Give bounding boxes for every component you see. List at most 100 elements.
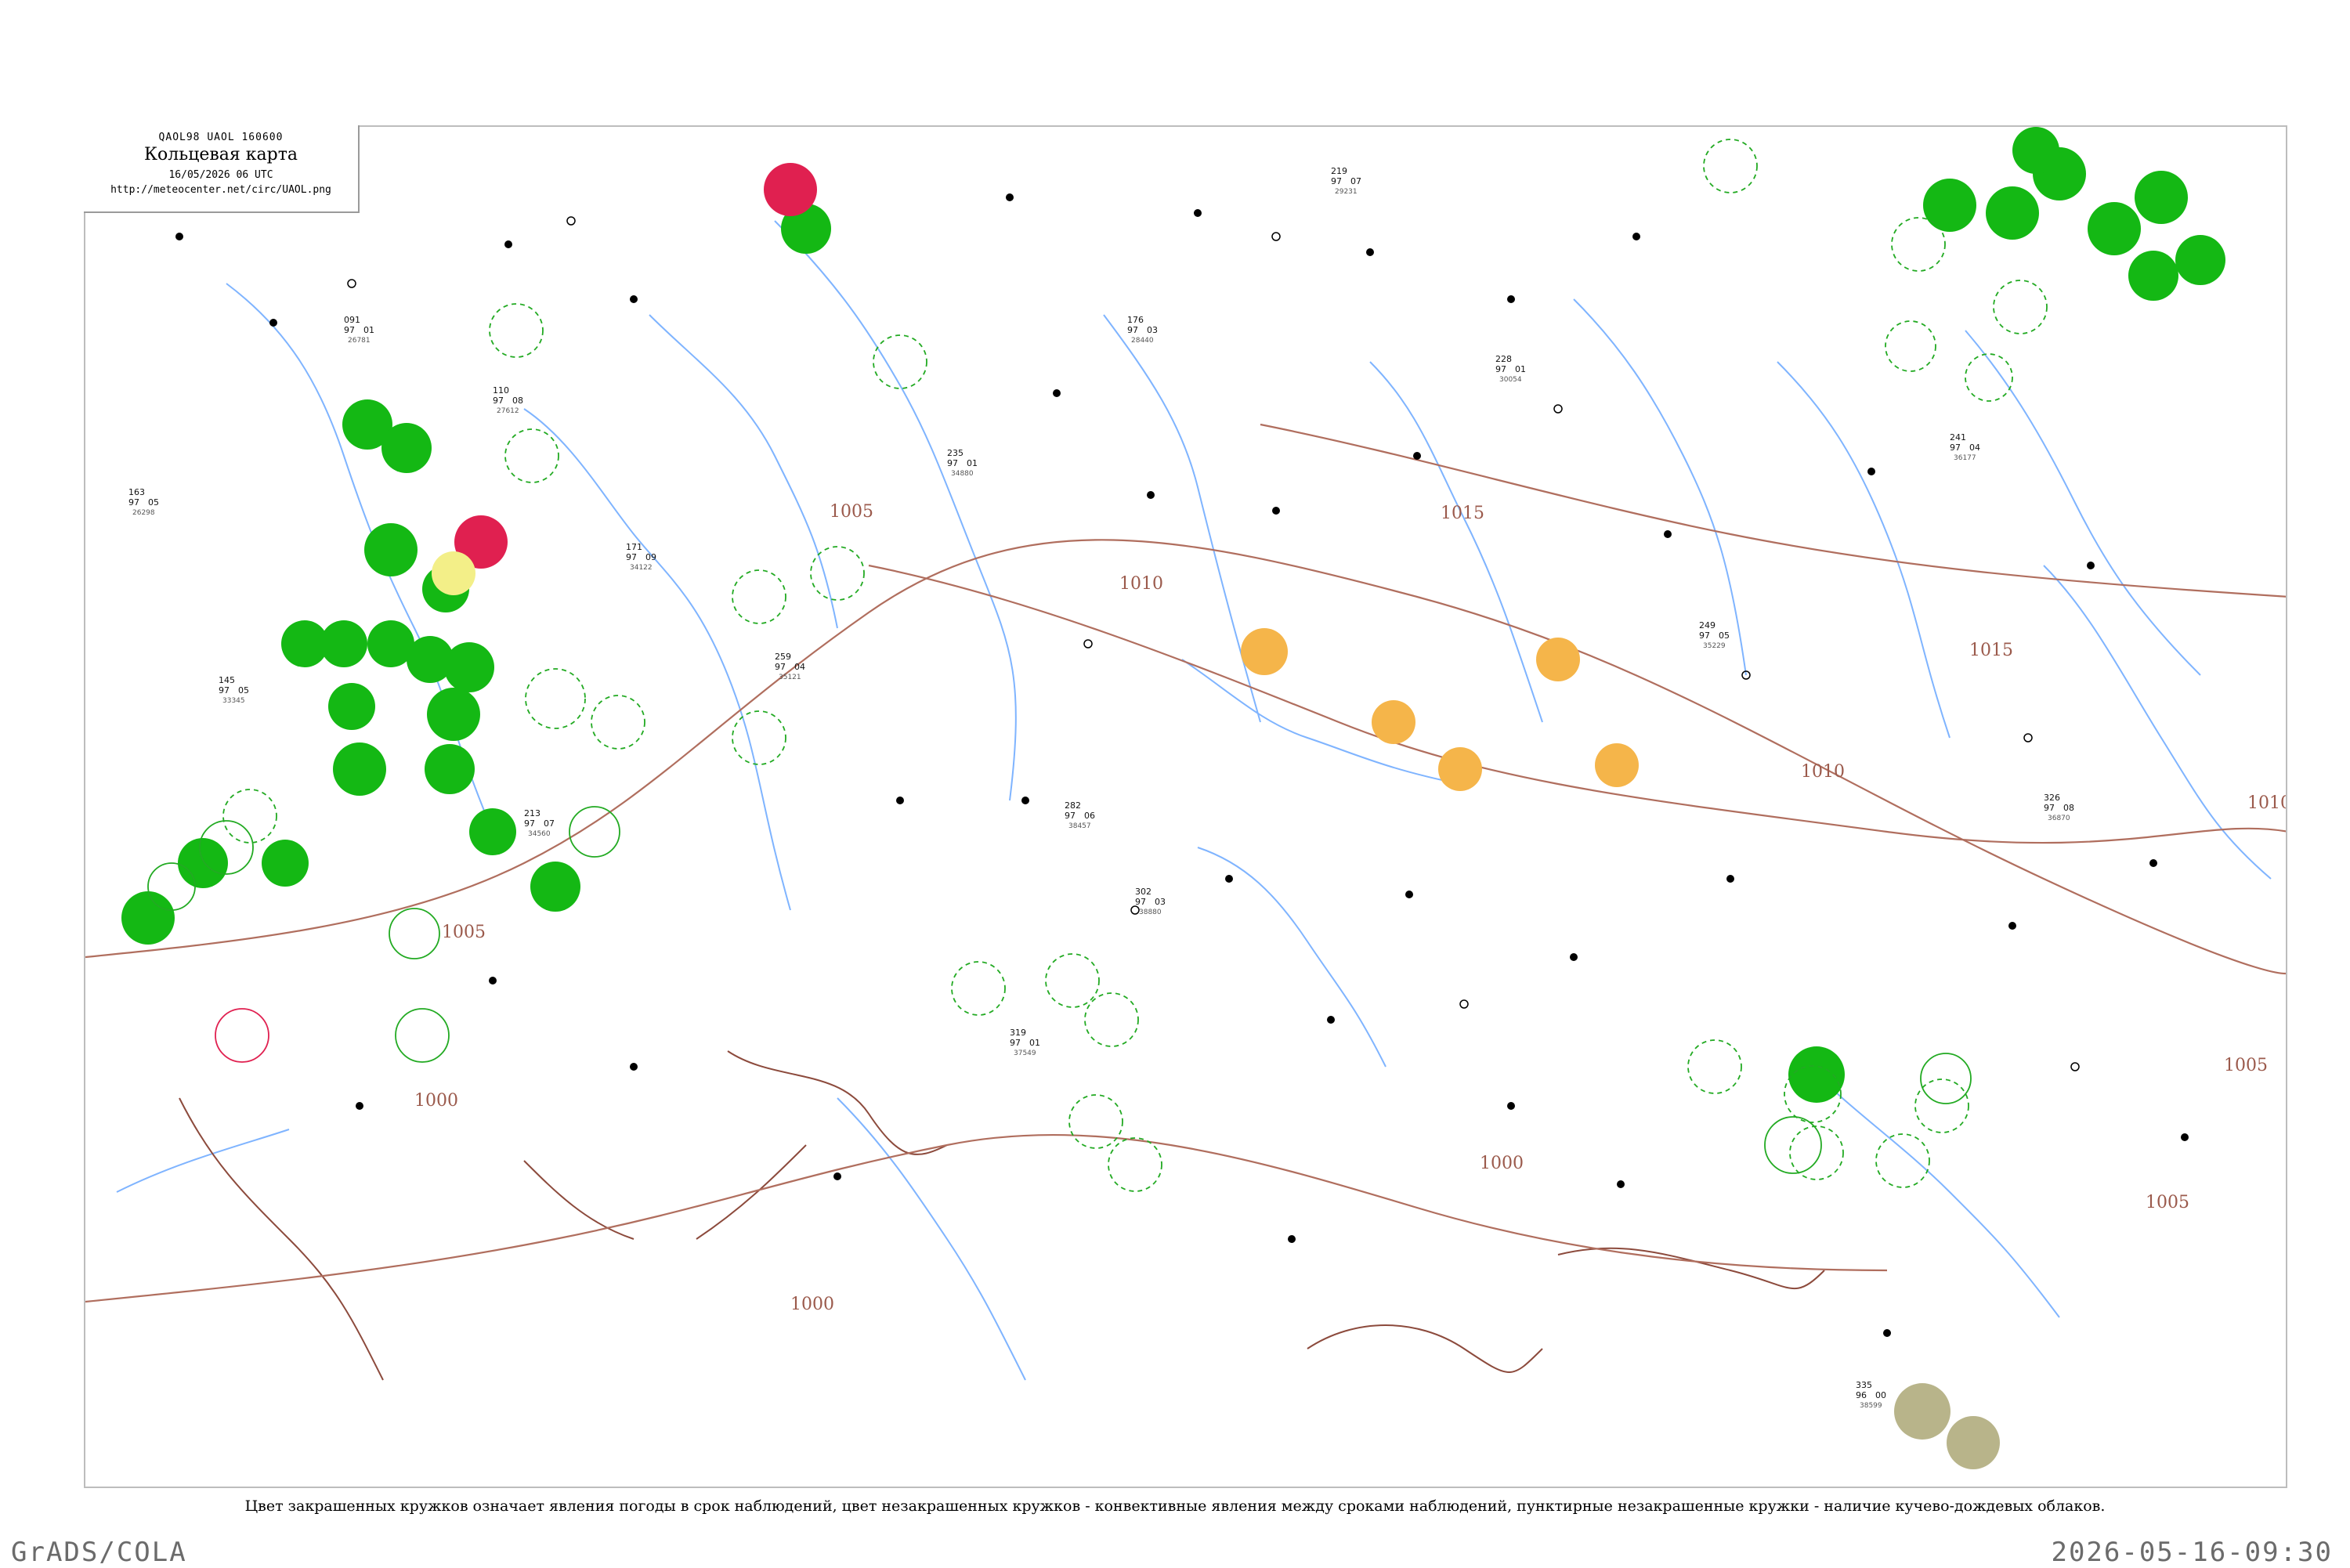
isobar-label: 1005 <box>2146 1193 2189 1212</box>
shower-circle <box>1438 747 1482 791</box>
drizzle-circle <box>432 551 475 595</box>
rain-circle <box>333 742 386 796</box>
rain-circle <box>427 688 480 741</box>
station-id: 27612 <box>497 407 519 415</box>
station-plot-28440: 176 97 03 28440 <box>1127 315 1158 345</box>
shower-circle <box>1595 743 1639 787</box>
station-plot-34122: 171 97 09 34122 <box>626 542 656 572</box>
station-id: 38457 <box>1068 822 1091 830</box>
station-plot-36870: 326 97 08 36870 <box>2044 793 2074 822</box>
river <box>1181 659 1465 786</box>
station-dot <box>1553 404 1563 414</box>
isobar-label: 1005 <box>442 923 486 942</box>
river <box>649 314 838 629</box>
station-temp: 110 <box>493 385 509 396</box>
station-press: 97 <box>1135 897 1146 907</box>
station-press: 97 <box>775 662 786 672</box>
cb-circle <box>1084 992 1139 1047</box>
cb-circle <box>1789 1125 1844 1180</box>
station-plot-26781: 091 97 01 26781 <box>344 315 374 345</box>
cb-circle <box>732 710 786 765</box>
station-id: 38880 <box>1139 909 1162 916</box>
station-dew: 01 <box>363 325 374 335</box>
station-temp: 259 <box>775 652 791 662</box>
station-dew: 08 <box>512 396 523 406</box>
render-timestamp: 2026-05-16-09:30 <box>2051 1537 2333 1568</box>
station-temp: 171 <box>626 542 642 552</box>
rain-circle <box>1788 1046 1845 1103</box>
river <box>1573 298 1747 676</box>
coastline <box>1307 1324 1543 1373</box>
shower-circle <box>1372 700 1415 744</box>
cb-circle <box>810 546 865 601</box>
station-dot <box>2149 859 2157 867</box>
station-dot <box>1413 452 1421 460</box>
station-press: 97 <box>1950 443 1961 453</box>
station-temp: 091 <box>344 315 360 325</box>
station-dot <box>1225 875 1233 883</box>
station-temp: 213 <box>524 808 540 818</box>
station-dot <box>1507 1102 1515 1110</box>
station-temp: 219 <box>1331 166 1347 176</box>
isobar-1010 <box>868 564 2286 844</box>
station-id: 29231 <box>1335 188 1358 196</box>
station-plot-26298: 163 97 05 26298 <box>128 487 159 517</box>
convective-circle <box>1920 1053 1972 1104</box>
station-temp: 335 <box>1856 1380 1872 1390</box>
rain-circle <box>444 642 494 692</box>
station-dew: 01 <box>1515 364 1526 374</box>
station-dot <box>1194 209 1202 217</box>
rain-circle <box>381 423 432 473</box>
cb-circle <box>1914 1078 1969 1133</box>
station-press: 97 <box>344 325 355 335</box>
station-press: 97 <box>1331 176 1342 186</box>
cb-circle <box>1993 280 2048 334</box>
station-temp: 249 <box>1699 620 1716 630</box>
river <box>1965 330 2201 676</box>
cb-circle <box>591 695 645 750</box>
station-press: 97 <box>1495 364 1506 374</box>
station-id: 38599 <box>1860 1402 1882 1410</box>
station-dot <box>1726 875 1734 883</box>
cb-circle <box>1687 1039 1742 1094</box>
cb-circle <box>1885 320 1936 372</box>
station-plot-27612: 110 97 08 27612 <box>493 385 523 415</box>
river-network <box>116 220 2272 1381</box>
cb-circle <box>525 668 586 729</box>
station-dot <box>1883 1329 1891 1337</box>
rain-circle <box>2135 171 2188 224</box>
rain-circle <box>328 683 375 730</box>
station-press: 97 <box>947 458 958 468</box>
station-temp: 302 <box>1135 887 1152 897</box>
station-dew: 05 <box>238 685 249 695</box>
station-dew: 07 <box>1350 176 1361 186</box>
station-id: 28440 <box>1131 337 1154 345</box>
station-dot <box>1405 891 1413 898</box>
station-plot-37549: 319 97 01 37549 <box>1010 1028 1040 1057</box>
map-frame: 1000 1000 1000 1005 1005 1005 1005 1010 … <box>84 125 2287 1488</box>
station-dot <box>896 797 904 804</box>
rain-circle <box>1986 186 2039 240</box>
weather-circles <box>121 127 2225 1469</box>
station-dot <box>1053 389 1061 397</box>
map-title: Кольцевая карта <box>143 145 298 164</box>
station-dew: 04 <box>794 662 805 672</box>
station-dew: 04 <box>1969 443 1980 453</box>
thunder-outline-circle <box>215 1008 269 1063</box>
river <box>1369 361 1543 723</box>
rain-circle <box>178 838 228 888</box>
rain-circle <box>1923 179 1976 232</box>
isobar-label: 1000 <box>1480 1154 1524 1173</box>
coastline <box>179 1097 384 1381</box>
shower-circle <box>1241 628 1288 675</box>
station-temp: 145 <box>219 675 235 685</box>
station-temp: 235 <box>947 448 964 458</box>
cb-circle <box>873 334 927 389</box>
river <box>774 220 1017 801</box>
station-press: 97 <box>626 552 637 562</box>
rain-circle <box>530 862 580 912</box>
station-plot-29231: 219 97 07 29231 <box>1331 166 1361 196</box>
isobar-label: 1010 <box>2247 793 2287 813</box>
station-dew: 03 <box>1147 325 1158 335</box>
station-dot <box>1147 491 1155 499</box>
